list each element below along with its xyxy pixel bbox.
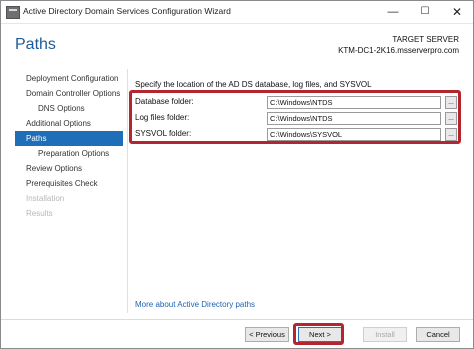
nav-divider	[127, 69, 128, 313]
server-manager-icon	[6, 6, 20, 19]
close-button[interactable]: ✕	[441, 1, 473, 23]
nav-item-installation: Installation	[26, 194, 65, 203]
nav-item-dns-options[interactable]: DNS Options	[15, 101, 123, 116]
nav-item-deployment-configuration[interactable]: Deployment Configuration	[15, 71, 123, 86]
nav-item-preparation-options[interactable]: Preparation Options	[15, 146, 123, 161]
page-title: Paths	[15, 36, 56, 53]
nav-item-additional-options[interactable]: Additional Options	[15, 116, 123, 131]
next-button-highlight	[293, 323, 344, 345]
maximize-button[interactable]: ☐	[409, 1, 441, 23]
nav-item-domain-controller-options[interactable]: Domain Controller Options	[15, 86, 123, 101]
target-server-name: KTM-DC1-2K16.msserverpro.com	[338, 46, 459, 55]
paths-highlight-box	[129, 90, 461, 144]
wizard-window: Active Directory Domain Services Configu…	[0, 0, 474, 349]
install-button: Install	[363, 327, 407, 342]
more-about-paths-link[interactable]: More about Active Directory paths	[135, 300, 255, 309]
footer-separator	[1, 319, 473, 320]
nav-item-paths[interactable]: Paths	[15, 131, 123, 146]
target-server-label: TARGET SERVER	[392, 35, 459, 44]
previous-button[interactable]: < Previous	[245, 327, 289, 342]
nav-item-prerequisites-check[interactable]: Prerequisites Check	[15, 176, 123, 191]
nav-item-review-options[interactable]: Review Options	[15, 161, 123, 176]
nav-item-results: Results	[26, 209, 53, 218]
window-title: Active Directory Domain Services Configu…	[23, 6, 231, 16]
paths-description: Specify the location of the AD DS databa…	[135, 80, 372, 89]
title-bar: Active Directory Domain Services Configu…	[1, 1, 473, 24]
minimize-button[interactable]: —	[377, 1, 409, 23]
wizard-nav: Deployment Configuration Domain Controll…	[15, 71, 123, 221]
cancel-button[interactable]: Cancel	[416, 327, 460, 342]
